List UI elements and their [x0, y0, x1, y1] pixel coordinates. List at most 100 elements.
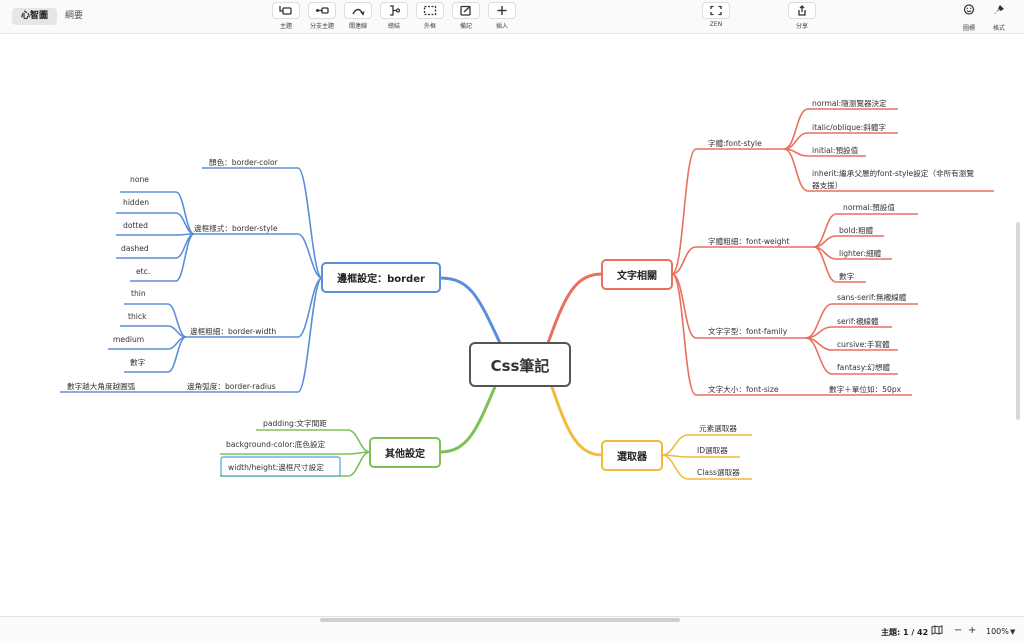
topic-tool[interactable]: 主題 [270, 2, 302, 30]
width-item[interactable]: thick [128, 312, 147, 321]
mindmap-svg: Css筆記 邊框設定：border 其他設定 文字相關 選取器 顏色：borde… [60, 98, 994, 480]
icon-panel-button[interactable] [955, 4, 983, 21]
insert-button[interactable] [488, 2, 516, 19]
subtopic-label: 分支主題 [309, 23, 334, 30]
font-weight-item[interactable]: normal:預設值 [843, 202, 895, 212]
font-family-topic[interactable]: 文字字型：font-family [708, 326, 788, 336]
mindmap-canvas[interactable]: Css筆記 邊框設定：border 其他設定 文字相關 選取器 顏色：borde… [0, 34, 1024, 616]
selector-item[interactable]: Class選取器 [697, 467, 740, 477]
format-label: 格式 [992, 25, 1005, 32]
topic-button[interactable] [272, 2, 300, 19]
other-topic[interactable]: 其他設定 [385, 447, 425, 460]
other-item[interactable]: background-color:底色設定 [226, 439, 326, 449]
zoom-out-button[interactable]: − [954, 625, 962, 637]
note-tool[interactable]: 備記 [450, 2, 482, 30]
map-view-icon[interactable] [931, 625, 943, 639]
border-color-line [202, 167, 323, 279]
relationship-button[interactable] [344, 2, 372, 19]
border-width-topic[interactable]: 邊框粗細：border-width [190, 326, 276, 336]
text-topic[interactable]: 文字相關 [617, 269, 657, 282]
zen-tool[interactable]: ZEN [700, 2, 732, 28]
font-weight-topic[interactable]: 字體粗細：font-weight [708, 236, 789, 246]
note-button[interactable] [452, 2, 480, 19]
vertical-scrollbar[interactable] [1016, 222, 1020, 420]
border-radius-topic[interactable]: 邊角弧度：border-radius [187, 381, 276, 391]
branch-text-connector [546, 272, 603, 344]
summary-tool[interactable]: 總結 [378, 2, 410, 30]
zoom-in-button[interactable]: + [968, 625, 976, 637]
smiley-icon [963, 4, 975, 15]
horizontal-scrollbar[interactable] [320, 618, 680, 622]
font-family-item[interactable]: fantasy:幻想體 [837, 362, 890, 372]
insert-label: 插入 [495, 23, 508, 30]
font-style-topic[interactable]: 字體:font-style [708, 138, 762, 148]
subtopic-button[interactable] [308, 2, 336, 19]
border-style-topic[interactable]: 邊框樣式：border-style [194, 223, 278, 233]
subtopic-tool[interactable]: 分支主題 [306, 2, 338, 30]
font-size-topic[interactable]: 文字大小：font-size [708, 384, 779, 394]
style-item[interactable]: none [130, 175, 149, 184]
topic-count: 主題: 1 / 42 [881, 628, 929, 637]
other-item-selected[interactable]: width/height:邊框尺寸設定 [228, 462, 324, 472]
font-weight-item[interactable]: bold:粗體 [839, 225, 874, 235]
summary-icon [390, 5, 401, 16]
boundary-icon [423, 5, 437, 16]
summary-button[interactable] [380, 2, 408, 19]
text-font-weight-line [671, 246, 814, 275]
font-style-item[interactable]: 器支援） [812, 180, 842, 190]
boundary-tool[interactable]: 外框 [414, 2, 446, 30]
other-background-line [220, 451, 371, 455]
note-label: 備記 [459, 23, 472, 30]
font-style-item[interactable]: normal:隨瀏覽器決定 [812, 98, 887, 108]
border-topic[interactable]: 邊框設定：border [337, 272, 425, 285]
selector-item[interactable]: ID選取器 [697, 445, 728, 455]
other-item[interactable]: padding:文字間距 [263, 418, 327, 428]
tab-outline[interactable]: 綱要 [56, 8, 92, 25]
selector-topic[interactable]: 選取器 [617, 450, 648, 463]
font-family-item[interactable]: sans-serif:無襯線體 [837, 292, 907, 302]
width-item[interactable]: medium [113, 335, 144, 344]
branch-border-connector [439, 276, 502, 344]
font-weight-item[interactable]: 數字 [839, 271, 855, 281]
style-item[interactable]: dashed [121, 244, 149, 253]
insert-tool[interactable]: 插入 [486, 2, 518, 30]
style-item[interactable]: hidden [123, 198, 149, 207]
format-tool[interactable]: 格式 [983, 2, 1015, 32]
share-tool[interactable]: 分享 [786, 2, 818, 30]
selector-item[interactable]: 元素選取器 [699, 423, 737, 433]
width-item[interactable]: 數字 [130, 357, 146, 367]
font-family-item[interactable]: serif:襯線體 [837, 316, 879, 326]
border-radius-item[interactable]: 數字越大角度越圓弧 [67, 381, 136, 391]
topic-label: 主題 [279, 23, 292, 30]
style-item[interactable]: dotted [123, 221, 148, 230]
font-style-item[interactable]: inherit:繼承父層的font-style設定（非所有瀏覽 [812, 168, 974, 178]
font-weight-item[interactable]: lighter:細體 [839, 248, 882, 258]
font-style-item[interactable]: initial:預設值 [812, 145, 859, 155]
font-family-item[interactable]: cursive:手寫體 [837, 339, 890, 349]
width-item[interactable]: thin [131, 289, 146, 298]
zen-button[interactable] [702, 2, 730, 19]
border-style-line [194, 233, 323, 279]
border-color-topic[interactable]: 顏色：border-color [209, 157, 279, 167]
font-style-item[interactable]: italic/oblique:斜體字 [812, 122, 886, 132]
chevron-down-icon[interactable]: ▼ [1010, 626, 1015, 638]
selector-id-line [661, 454, 740, 458]
central-topic[interactable]: Css筆記 [491, 357, 550, 375]
brush-icon [994, 5, 1004, 14]
topic-icon [279, 6, 292, 15]
tab-mindmap[interactable]: 心智圖 [12, 8, 58, 25]
relationship-tool[interactable]: 關連線 [342, 2, 374, 30]
fullscreen-icon [710, 5, 722, 16]
weight-bold-line [813, 235, 884, 248]
note-icon [460, 5, 471, 16]
icon-tool[interactable]: 圖標 [953, 2, 985, 32]
boundary-button[interactable] [416, 2, 444, 19]
zoom-level[interactable]: 100% [986, 627, 1009, 636]
relationship-label: 關連線 [348, 23, 367, 30]
style-item[interactable]: etc. [136, 267, 150, 276]
font-size-item[interactable]: 數字＋單位如：50px [829, 384, 902, 394]
icon-label: 圖標 [962, 25, 975, 32]
format-panel-button[interactable] [985, 4, 1013, 21]
summary-label: 總結 [387, 23, 400, 30]
share-button[interactable] [788, 2, 816, 19]
